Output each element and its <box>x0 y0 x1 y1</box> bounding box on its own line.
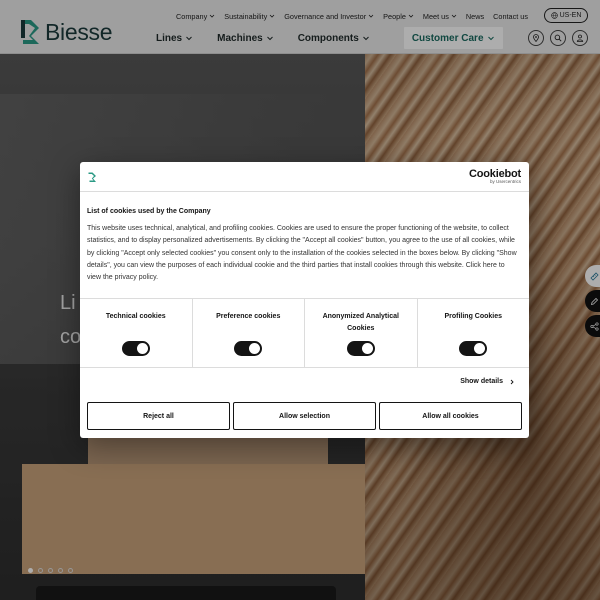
preference-cookies-toggle[interactable] <box>234 341 263 356</box>
biesse-small-logo-icon <box>88 172 96 182</box>
allow-selection-button[interactable]: Allow selection <box>233 402 376 430</box>
toggle-knob <box>361 343 373 354</box>
cookie-consent-dialog: Cookiebot by Usercentrics List of cookie… <box>80 162 529 438</box>
toggle-knob <box>136 343 148 354</box>
cookie-category-technical: Technical cookies <box>80 299 193 367</box>
analytical-cookies-toggle[interactable] <box>346 341 375 356</box>
category-label: Preference cookies <box>216 313 281 320</box>
dialog-description: This website uses technical, analytical,… <box>87 225 517 282</box>
technical-cookies-toggle[interactable] <box>121 341 150 356</box>
reject-all-button[interactable]: Reject all <box>87 402 230 430</box>
allow-all-cookies-button[interactable]: Allow all cookies <box>379 402 522 430</box>
toggle-knob <box>249 343 261 354</box>
dialog-title: List of cookies used by the Company <box>87 208 211 215</box>
dialog-buttons: Reject all Allow selection Allow all coo… <box>87 402 522 430</box>
profiling-cookies-toggle[interactable] <box>459 341 488 356</box>
cookie-category-preference: Preference cookies <box>193 299 305 367</box>
cookie-category-analytical: Anonymized Analytical Cookies <box>305 299 418 367</box>
show-details-link[interactable]: Show details <box>460 378 515 385</box>
cookiebot-logo[interactable]: Cookiebot by Usercentrics <box>469 168 521 184</box>
cookie-category-profiling: Profiling Cookies <box>418 299 530 367</box>
category-label: Profiling Cookies <box>444 313 503 320</box>
cookie-categories: Technical cookies Preference cookies Ano… <box>80 298 529 368</box>
dialog-header: Cookiebot by Usercentrics <box>80 162 529 192</box>
category-label: Anonymized Analytical Cookies <box>322 313 399 332</box>
category-label: Technical cookies <box>105 313 166 320</box>
chevron-right-icon <box>510 379 514 384</box>
toggle-knob <box>474 343 486 354</box>
show-details-label: Show details <box>460 378 503 385</box>
